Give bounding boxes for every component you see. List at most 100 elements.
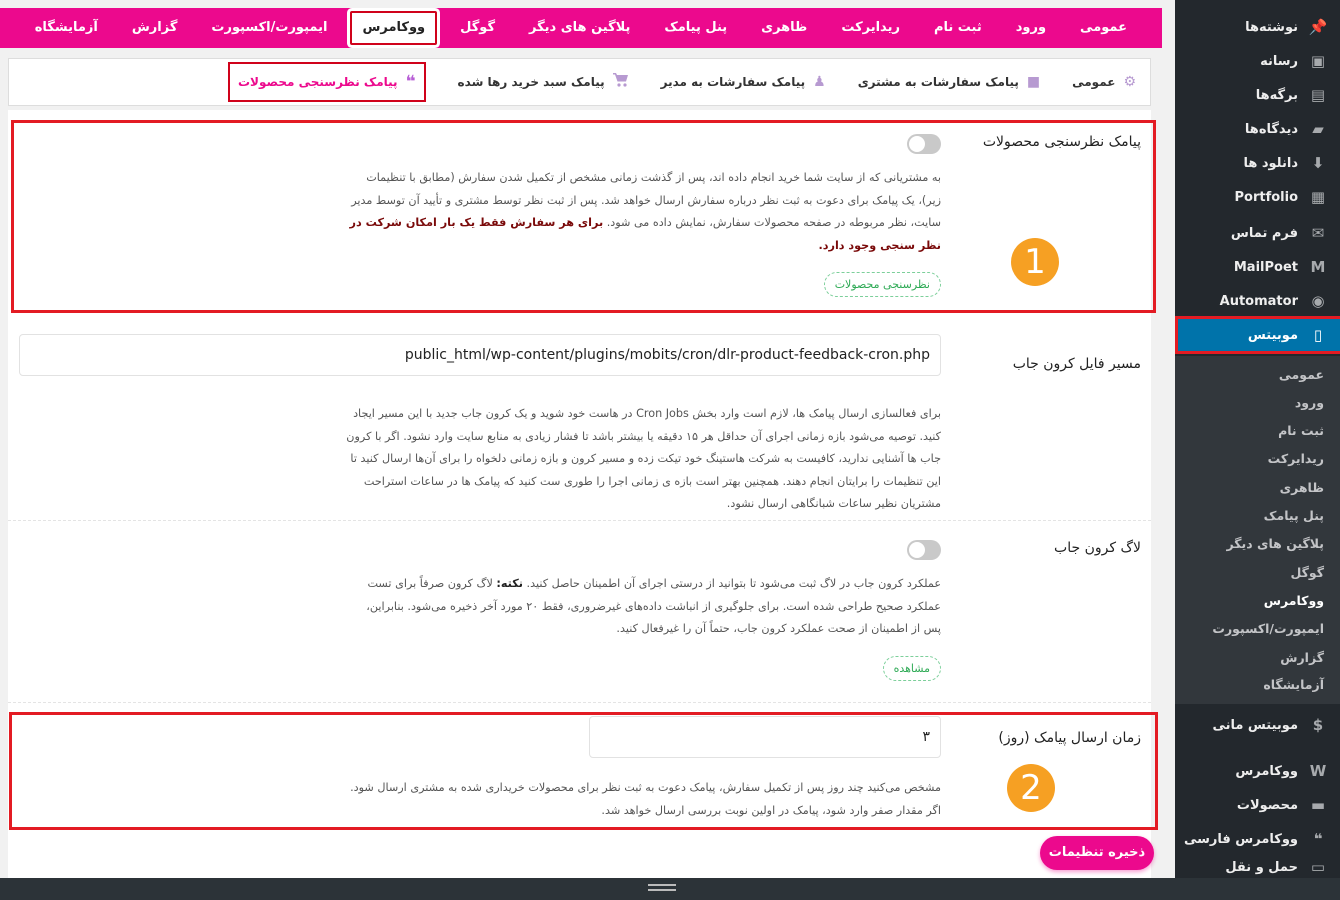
menu-comments[interactable]: ▰ دیدگاه‌ها [1175,112,1340,146]
cron-path-description: برای فعالسازی ارسال پیامک ها، لازم است و… [346,407,941,510]
tab-report[interactable]: گزارش [115,8,195,48]
mobits-submenu: عمومی ورود ثبت نام ریدایرکت ظاهری پنل پی… [1175,356,1340,704]
tab-appearance[interactable]: ظاهری [744,8,824,48]
mailpoet-icon: M [1310,258,1326,276]
grid-icon: ▦ [1310,188,1326,206]
settings-card: پیامک نظرسنجی محصولات به مشتریانی که از … [8,110,1151,878]
media-icon: ▣ [1310,52,1326,70]
subtab-general[interactable]: ⚙ عمومی [1072,74,1136,90]
send-time-description: مشخص می‌کنید چند روز پس از تکمیل سفارش، … [350,781,941,817]
menu-posts[interactable]: 📌 نوشته‌ها [1175,10,1340,44]
tab-woocommerce[interactable]: ووکامرس [350,11,438,45]
send-time-label: زمان ارسال پیامک (روز) [998,730,1141,746]
woo-icon: W [1309,762,1327,780]
tab-google[interactable]: گوگل [443,8,512,48]
send-time-field[interactable]: ۳ [589,716,941,758]
submenu-item[interactable]: گزارش [1280,650,1324,665]
subtab-abandoned-cart-sms[interactable]: پیامک سبد خرید رها شده [458,73,629,91]
menu-automator[interactable]: ◉ Automator [1175,284,1340,318]
menu-persian-woocommerce[interactable]: ❝ ووکامرس فارسی [1175,822,1340,856]
tab-other-plugins[interactable]: پلاگین های دیگر [512,8,647,48]
menu-mobits[interactable]: ▯ موبیتس [1175,316,1340,354]
tab-general[interactable]: عمومی [1063,8,1144,48]
submenu-item-current[interactable]: ووکامرس [1264,593,1324,608]
tab-sms-panel[interactable]: پنل پیامک [647,8,744,48]
admin-sidebar: 📌 نوشته‌ها ▣ رسانه ▤ برگه‌ها ▰ دیدگاه‌ها… [1175,0,1340,878]
user-icon: ♟ [813,74,826,90]
submenu-item[interactable]: پلاگین های دیگر [1227,536,1324,551]
submenu-item[interactable]: پنل پیامک [1264,508,1324,523]
menu-portfolio[interactable]: ▦ Portfolio [1175,180,1340,214]
pin-icon: 📌 [1308,18,1328,36]
mail-icon: ✉ [1311,224,1325,242]
menu-media[interactable]: ▣ رسانه [1175,44,1340,78]
divider [8,520,1151,521]
setting-feedback-sms: پیامک نظرسنجی محصولات به مشتریانی که از … [8,110,1151,310]
step-badge-2: 2 [1007,764,1055,812]
menu-mailpoet[interactable]: M MailPoet [1175,250,1340,284]
cron-log-toggle[interactable] [907,540,941,560]
quote-icon: ❝ [1313,830,1323,848]
feedback-sms-description: به مشتریانی که از سایت شما خرید انجام دا… [349,171,941,252]
tab-lab[interactable]: آزمایشگاه [18,8,115,48]
step-badge-1: 1 [1011,238,1059,286]
submenu-item[interactable]: گوگل [1290,565,1324,580]
products-icon: ▬ [1310,796,1326,814]
bottom-bar [0,878,1340,900]
subtab-label: پیامک نظرسنجی محصولات [238,75,398,89]
menu-pages[interactable]: ▤ برگه‌ها [1175,78,1340,112]
setting-send-time: زمان ارسال پیامک (روز) ۳ مشخص می‌کنید چن… [8,710,1151,830]
menu-shipping[interactable]: ▭ حمل و نقل [1175,856,1340,878]
setting-cron-log: لاگ کرون جاب عملکرد کرون جاب در لاگ ثبت … [8,530,1151,700]
subtab-label: پیامک سفارشات به مشتری [857,75,1019,89]
subtab-customer-order-sms[interactable]: ■ پیامک سفارشات به مشتری [858,74,1040,90]
tab-import-export[interactable]: ایمپورت/اکسپورت [194,8,344,48]
feedback-sms-label: پیامک نظرسنجی محصولات [982,134,1141,150]
feedback-pill-link[interactable]: نظرسنجی محصولات [823,272,941,297]
divider [8,702,1151,703]
menu-woocommerce[interactable]: W ووکامرس [1175,754,1340,788]
download-icon: ⬇ [1311,154,1325,172]
chat-bubble-icon: ■ [1026,74,1041,90]
resize-handle-icon[interactable] [648,884,676,894]
submenu-item[interactable]: ظاهری [1280,480,1324,495]
menu-products[interactable]: ▬ محصولات [1175,788,1340,822]
tab-redirect[interactable]: ریدایرکت [824,8,917,48]
settings-main: عمومی ورود ثبت نام ریدایرکت ظاهری پنل پی… [0,0,1175,878]
sub-tab-bar: ⚙ عمومی ■ پیامک سفارشات به مشتری ♟ پیامک… [8,58,1151,106]
menu-mobits-money[interactable]: $ موبیتس مانی [1175,708,1340,742]
pages-icon: ▤ [1310,86,1326,104]
cron-log-description: عملکرد کرون جاب در لاگ ثبت می‌شود تا بتو… [366,577,941,635]
comment-icon: ▰ [1312,120,1324,138]
subtab-label: عمومی [1072,75,1116,89]
gear-icon: ⚙ [1123,74,1136,90]
cart-icon [612,73,629,91]
dollar-icon: $ [1312,716,1324,734]
menu-contact-form[interactable]: ✉ فرم تماس [1175,216,1340,250]
cron-path-field[interactable]: public_html/wp-content/plugins/mobits/cr… [19,334,941,376]
subtab-label: پیامک سفارشات به مدیر [660,75,806,89]
tab-login[interactable]: ورود [999,8,1063,48]
submenu-item[interactable]: ورود [1295,395,1324,410]
submenu-item[interactable]: ریدایرکت [1268,451,1324,466]
quote-icon: ❝ [405,72,416,92]
submenu-item[interactable]: عمومی [1279,367,1324,382]
truck-icon: ▭ [1310,858,1326,876]
subtab-admin-order-sms[interactable]: ♟ پیامک سفارشات به مدیر [661,74,826,90]
cron-log-label: لاگ کرون جاب [1054,540,1141,556]
submenu-item[interactable]: ایمپورت/اکسپورت [1212,621,1324,636]
mobile-icon: ▯ [1313,326,1323,344]
cron-path-label: مسیر فایل کرون جاب [1012,356,1141,372]
automator-icon: ◉ [1311,292,1325,310]
subtab-product-feedback-sms[interactable]: ❝ پیامک نظرسنجی محصولات [228,62,426,102]
subtab-label: پیامک سبد خرید رها شده [457,75,605,89]
feedback-sms-toggle[interactable] [907,134,941,154]
menu-downloads[interactable]: ⬇ دانلود ها [1175,146,1340,180]
tab-register[interactable]: ثبت نام [917,8,999,48]
top-tab-bar: عمومی ورود ثبت نام ریدایرکت ظاهری پنل پی… [0,8,1162,48]
save-settings-button[interactable]: ذخیره تنظیمات [1040,836,1154,870]
submenu-item[interactable]: آزمایشگاه [1263,677,1324,692]
submenu-item[interactable]: ثبت نام [1278,423,1324,438]
setting-cron-path: مسیر فایل کرون جاب public_html/wp-conten… [8,320,1151,520]
cron-log-view-button[interactable]: مشاهده [882,656,941,681]
